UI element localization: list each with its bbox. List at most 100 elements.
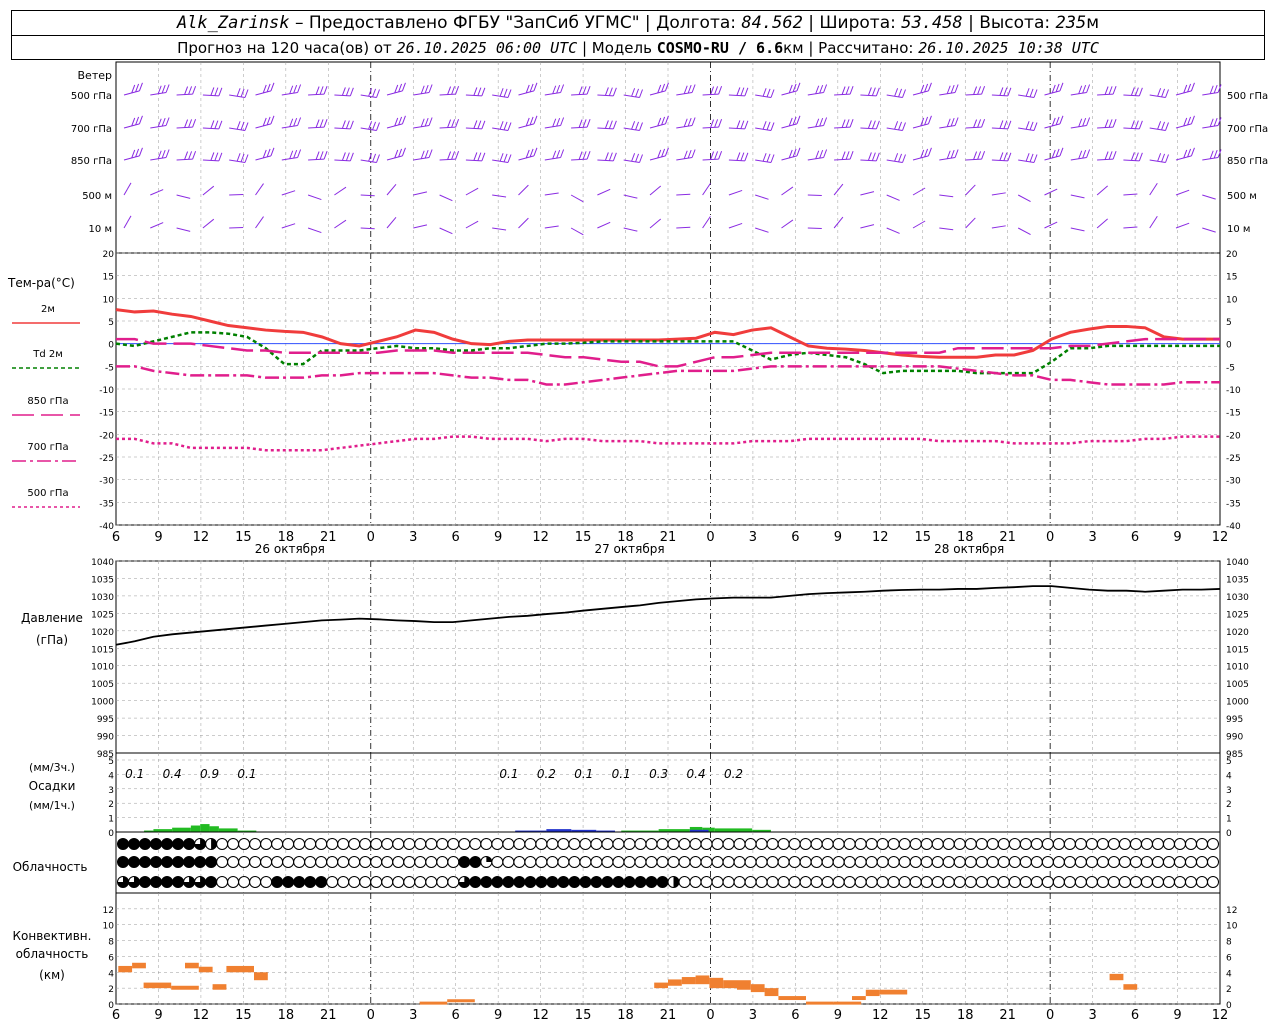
cloud-cover-circle <box>568 838 581 850</box>
wind-barb-feather <box>683 118 688 127</box>
cloud-cover-full <box>513 876 525 888</box>
temp-tick-right: -25 <box>1226 454 1241 464</box>
wind-barb-feather <box>455 150 460 160</box>
wind-barb-feather <box>236 88 241 97</box>
wind-barb-feather <box>714 86 719 95</box>
cloud-cover-full <box>205 876 217 888</box>
cloud-cover-circle <box>1008 876 1021 888</box>
wind-barb <box>123 182 132 196</box>
cloud-cover-circle <box>348 838 361 850</box>
precip-unit-3h: (мм/3ч.) <box>29 761 75 774</box>
cloud-cover-circle <box>535 856 548 868</box>
cloud-cover-circle <box>557 838 570 850</box>
wind-barb-feather <box>946 118 951 127</box>
wind-barb-feather <box>875 87 880 97</box>
conv-cloud-bar <box>737 980 751 990</box>
wind-barb-feather <box>161 84 166 94</box>
wind-barb <box>781 186 794 196</box>
cloud-cover-circle <box>1195 838 1208 850</box>
wind-barb <box>1175 222 1190 229</box>
conv-tick-left: 6 <box>108 953 114 963</box>
wind-barb-feather <box>319 151 324 160</box>
wind-barb-feather <box>349 87 354 97</box>
wind-barb-feather <box>323 150 328 160</box>
cloud-cover-full <box>161 856 173 868</box>
wind-barb-feather <box>718 85 723 95</box>
wind-barb-feather <box>270 147 275 157</box>
cloud-cover-circle <box>898 838 911 850</box>
wind-level-label-right: 500 гПа <box>1227 91 1268 102</box>
cloud-cover-circle <box>612 856 625 868</box>
wind-barb <box>518 217 529 229</box>
conv-cloud-bar <box>254 972 268 981</box>
cloud-cover-circle <box>216 838 229 850</box>
time-tick-label: 6 <box>452 1008 460 1023</box>
conv-cloud-bar <box>852 996 866 1001</box>
wind-barb-feather <box>691 117 696 126</box>
wind-barb-feather <box>428 84 433 93</box>
cloud-cover-circle <box>1074 856 1087 868</box>
cloud-cover-full <box>304 876 316 888</box>
wind-barb-feather <box>270 115 275 125</box>
cloud-cover-full <box>139 856 151 868</box>
wind-barb-feather <box>188 119 193 128</box>
cloud-cover-full <box>612 876 624 888</box>
cloud-cover-circle <box>656 838 669 850</box>
wind-barb-feather <box>372 88 377 98</box>
wind-barb-feather <box>954 149 959 158</box>
cloud-cover-circle <box>953 856 966 868</box>
wind-barb-feather <box>815 150 820 159</box>
cloud-cover-full <box>293 876 305 888</box>
conv-tick-left: 8 <box>108 938 114 948</box>
cloud-cover-circle <box>1162 876 1175 888</box>
time-tick-label: 18 <box>957 1008 974 1023</box>
cloud-cover-circle <box>1140 856 1153 868</box>
convective-cloud-panel <box>115 892 1221 1005</box>
cloud-cover-circle <box>425 876 438 888</box>
cloud-cover-circle <box>403 856 416 868</box>
cloud-cover-circle <box>1173 838 1186 850</box>
cloud-cover-circle <box>865 856 878 868</box>
time-tick-label: 6 <box>791 1008 799 1023</box>
wind-barb-feather <box>639 122 643 131</box>
cloud-cover-circle <box>1207 838 1219 850</box>
wind-barb-feather <box>473 152 478 161</box>
wind-barb <box>1017 194 1031 203</box>
pressure-tick-right: 1010 <box>1226 663 1249 673</box>
cloud-cover-circle <box>1129 838 1142 850</box>
cloud-cover-circle <box>458 838 471 850</box>
wind-barb <box>1123 226 1138 229</box>
cloud-cover-circle <box>1118 856 1131 868</box>
time-tick-label: 9 <box>834 1008 842 1023</box>
cloud-cover-circle <box>1019 856 1032 868</box>
cloud-cover-circle <box>513 838 526 850</box>
cloud-cover-circle <box>513 856 526 868</box>
temp-tick-left: 20 <box>103 250 115 260</box>
wind-barb <box>702 183 711 196</box>
cloud-cover-circle <box>227 838 240 850</box>
cloud-cover-circle <box>854 838 867 850</box>
wind-barb-feather <box>1086 84 1091 93</box>
cloud-cover-circle <box>1107 856 1120 868</box>
cloud-cover-circle <box>865 876 878 888</box>
cloud-cover-circle <box>414 838 427 850</box>
wind-barb-feather <box>736 87 741 96</box>
wind-barb-feather <box>1078 118 1083 127</box>
conv-tick-left: 12 <box>103 906 114 916</box>
conv-cloud-bar <box>419 1001 448 1005</box>
conv-cloud-bar <box>668 979 682 986</box>
wind-barb-feather <box>293 149 298 159</box>
temperature-panel <box>115 252 1221 526</box>
wind-barb-feather <box>451 151 456 160</box>
wind-barb-feather <box>578 86 583 95</box>
cloud-cover-circle <box>843 876 856 888</box>
wind-barb-feather <box>710 119 715 128</box>
cloud-cover-circle <box>964 856 977 868</box>
cloud-cover-circle <box>315 856 328 868</box>
wind-barb-feather <box>455 118 460 128</box>
pressure-tick-left: 1020 <box>91 628 114 638</box>
conv-tick-right: 2 <box>1226 985 1232 995</box>
time-tick-label: 0 <box>1046 530 1054 545</box>
cloud-cover-circle <box>1184 876 1197 888</box>
wind-barb-feather <box>1112 85 1117 95</box>
